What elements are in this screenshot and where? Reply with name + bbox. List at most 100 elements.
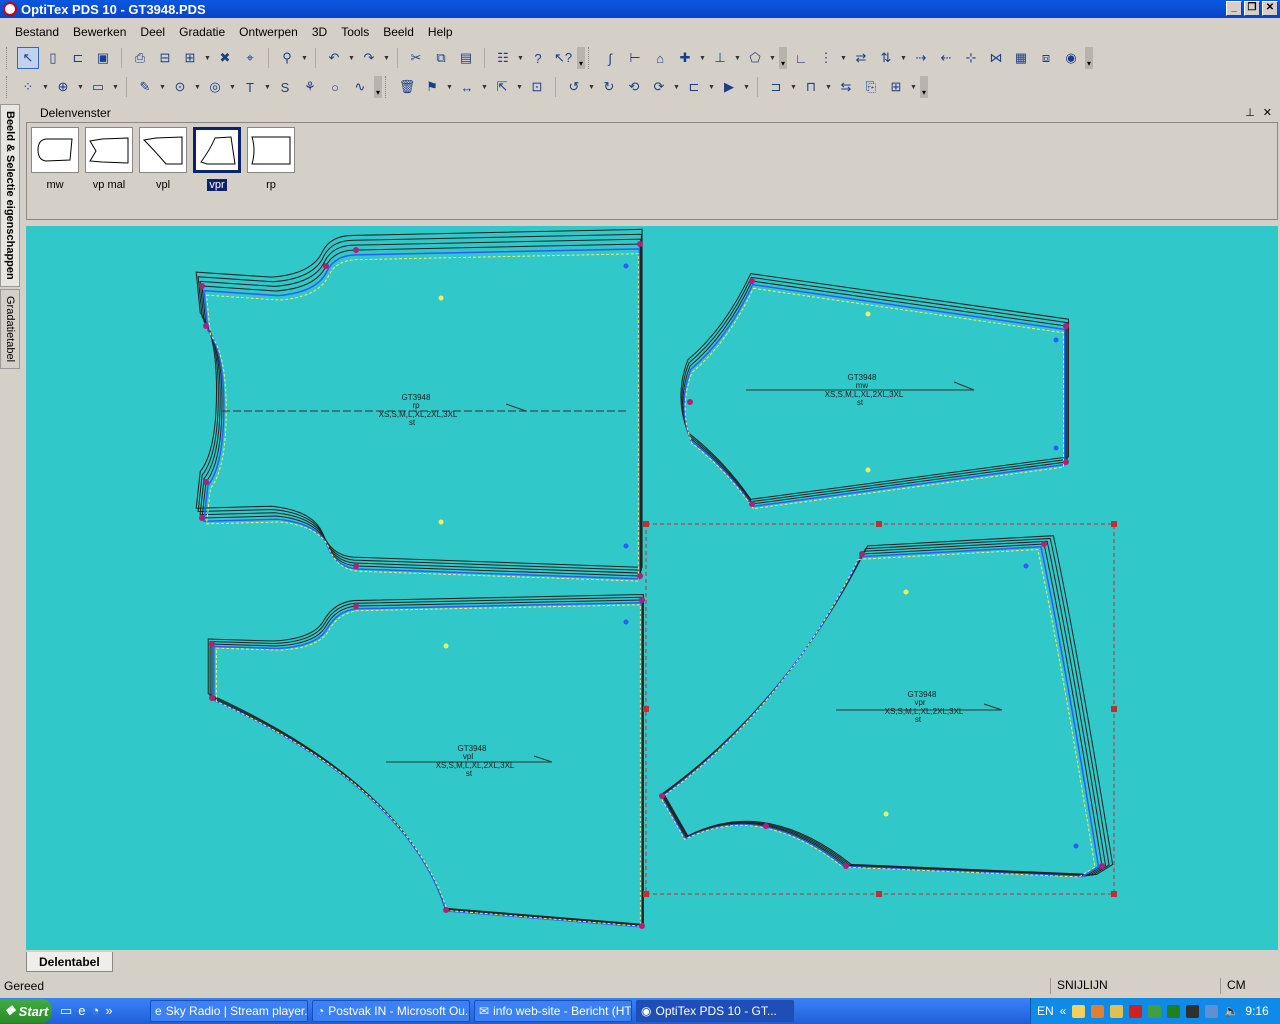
restore-button[interactable]: ❐ [1244, 1, 1260, 16]
menu-beeld[interactable]: Beeld [376, 25, 421, 39]
context-help-icon[interactable]: ↖? [552, 47, 574, 69]
print-icon[interactable]: ⎙ [129, 47, 151, 69]
split-icon[interactable]: ⊐ [765, 76, 787, 98]
drill-icon[interactable]: ⚑ [421, 76, 443, 98]
tray-expand-icon[interactable]: « [1060, 1004, 1067, 1018]
flip-icon[interactable]: ▶ [718, 76, 740, 98]
task-message[interactable]: ✉ info web-site - Bericht (HT... [474, 1000, 632, 1022]
add-point-icon[interactable]: ⁘ [17, 76, 39, 98]
app-tray-icon[interactable] [1091, 1004, 1105, 1018]
button-icon[interactable]: ◎ [204, 76, 226, 98]
rotate-cw-icon[interactable]: ↻ [598, 76, 620, 98]
copy-icon[interactable]: ⧉ [430, 47, 452, 69]
grade-paste-icon[interactable]: ⇠ [935, 47, 957, 69]
angle-icon[interactable]: ∟ [790, 47, 812, 69]
grade-point-icon[interactable]: ⋮ [815, 47, 837, 69]
paste-icon[interactable]: ▤ [455, 47, 477, 69]
align-icon[interactable]: ⊏ [683, 76, 705, 98]
power-tray-icon[interactable] [1186, 1004, 1200, 1018]
excel-icon[interactable]: ✖ [214, 47, 236, 69]
menu-help[interactable]: Help [421, 25, 460, 39]
language-indicator[interactable]: EN [1037, 1004, 1054, 1018]
save-icon[interactable]: ▣ [92, 47, 114, 69]
walk-icon[interactable]: ⚘ [299, 76, 321, 98]
delete-icon[interactable]: 🗑 [396, 76, 418, 98]
select-tool-icon[interactable]: ↖ [17, 47, 39, 69]
clock[interactable]: 9:16 [1245, 1004, 1268, 1018]
help-icon[interactable]: ? [527, 47, 549, 69]
piece-thumb-vpl[interactable]: vpl [139, 127, 187, 191]
toolbar-grip[interactable] [6, 47, 10, 69]
dart-icon[interactable]: ⊥ [709, 47, 731, 69]
menu-tools[interactable]: Tools [334, 25, 376, 39]
menu-deel[interactable]: Deel [133, 25, 172, 39]
fold-icon[interactable]: ⊓ [800, 76, 822, 98]
redo-icon[interactable]: ↷ [358, 47, 380, 69]
grade-mirror-icon[interactable]: ⋈ [985, 47, 1007, 69]
pattern-drawing[interactable]: GT3948 rp XS,S,M,L,XL,2XL,3XL st GT3948 … [26, 226, 1278, 950]
network-tray-icon[interactable] [1148, 1004, 1162, 1018]
grade-piece-icon[interactable]: ▭ [87, 76, 109, 98]
antivirus-tray-icon[interactable] [1129, 1004, 1143, 1018]
shape-tool-icon[interactable]: ⌂ [649, 47, 671, 69]
toolbar-overflow-5[interactable]: ▾ [920, 76, 928, 98]
move-piece-icon[interactable]: ⇱ [491, 76, 513, 98]
piece-thumb-rp[interactable]: rp [247, 127, 295, 191]
circle-icon[interactable]: ⊙ [169, 76, 191, 98]
pattern-canvas[interactable]: GT3948 rp XS,S,M,L,XL,2XL,3XL st GT3948 … [26, 226, 1278, 950]
selection-box[interactable] [645, 523, 1115, 895]
update-tray-icon[interactable] [1167, 1004, 1181, 1018]
move-point-icon[interactable]: ↔ [456, 76, 478, 98]
toolbar-overflow-4[interactable]: ▾ [374, 76, 382, 98]
toolbar-overflow-2[interactable]: ▾ [779, 47, 787, 69]
properties-icon[interactable]: ☷ [492, 47, 514, 69]
task-outlook[interactable]: ◔ Postvak IN - Microsoft Ou... [312, 1000, 470, 1022]
tab-delentabel[interactable]: Delentabel [26, 952, 113, 972]
grade-x-icon[interactable]: ⇄ [850, 47, 872, 69]
mail-tray-icon[interactable] [1072, 1004, 1086, 1018]
close-button[interactable]: ✕ [1262, 1, 1278, 16]
layout-icon[interactable]: ⊞ [885, 76, 907, 98]
open-file-icon[interactable]: ⊏ [67, 47, 89, 69]
pen-icon[interactable]: ✎ [134, 76, 156, 98]
piece-thumb-vp-mal[interactable]: vp mal [85, 127, 133, 191]
pin-icon[interactable]: ⊥ [1245, 106, 1255, 119]
menu-bestand[interactable]: Bestand [8, 25, 66, 39]
undo-icon[interactable]: ↶ [323, 47, 345, 69]
grade-nest-icon[interactable]: ⧈ [1035, 47, 1057, 69]
messenger-tray-icon[interactable] [1110, 1004, 1124, 1018]
text-icon[interactable]: T [239, 76, 261, 98]
rotate-icon[interactable]: ↺ [563, 76, 585, 98]
piece-shape-icon[interactable]: ⬠ [744, 47, 766, 69]
globe-icon[interactable]: ◉ [1060, 47, 1082, 69]
zoom-icon[interactable]: ⚲ [276, 47, 298, 69]
seam-icon[interactable]: S [274, 76, 296, 98]
menu-ontwerpen[interactable]: Ontwerpen [232, 25, 305, 39]
menu-bewerken[interactable]: Bewerken [66, 25, 133, 39]
grade-copy-icon[interactable]: ⇢ [910, 47, 932, 69]
piece-thumb-vpr[interactable]: vpr [193, 127, 241, 191]
minimize-button[interactable]: _ [1226, 1, 1242, 16]
rotate-step-icon[interactable]: ⟲ [623, 76, 645, 98]
tag-icon[interactable]: ⌖ [239, 47, 261, 69]
new-file-icon[interactable]: ▯ [42, 47, 64, 69]
frame-icon[interactable]: ⊡ [526, 76, 548, 98]
toolbar-overflow[interactable]: ▾ [577, 47, 585, 69]
plot-icon[interactable]: ⊟ [154, 47, 176, 69]
task-sky-radio[interactable]: e Sky Radio | Stream player... [150, 1000, 308, 1022]
side-tab-grading-table[interactable]: Gradatietabel [0, 288, 20, 369]
grade-table-icon[interactable]: ▦ [1010, 47, 1032, 69]
toolbar-overflow-3[interactable]: ▾ [1085, 47, 1093, 69]
insert-point-icon[interactable]: ⊕ [52, 76, 74, 98]
grade-y-icon[interactable]: ⇅ [875, 47, 897, 69]
cut-icon[interactable]: ✂ [405, 47, 427, 69]
panel-close-icon[interactable]: ✕ [1263, 106, 1272, 119]
ie-icon[interactable]: e [78, 1003, 85, 1019]
task-optitex[interactable]: ◉ OptiTex PDS 10 - GT... [636, 1000, 794, 1022]
page-icon[interactable]: ⎘ [860, 76, 882, 98]
piece-thumb-mw[interactable]: mw [31, 127, 79, 191]
quicklaunch-more-icon[interactable]: » [105, 1003, 112, 1019]
measure-icon[interactable]: ⊢ [624, 47, 646, 69]
export-icon[interactable]: ⊞ [179, 47, 201, 69]
rotate-free-icon[interactable]: ⟳ [648, 76, 670, 98]
